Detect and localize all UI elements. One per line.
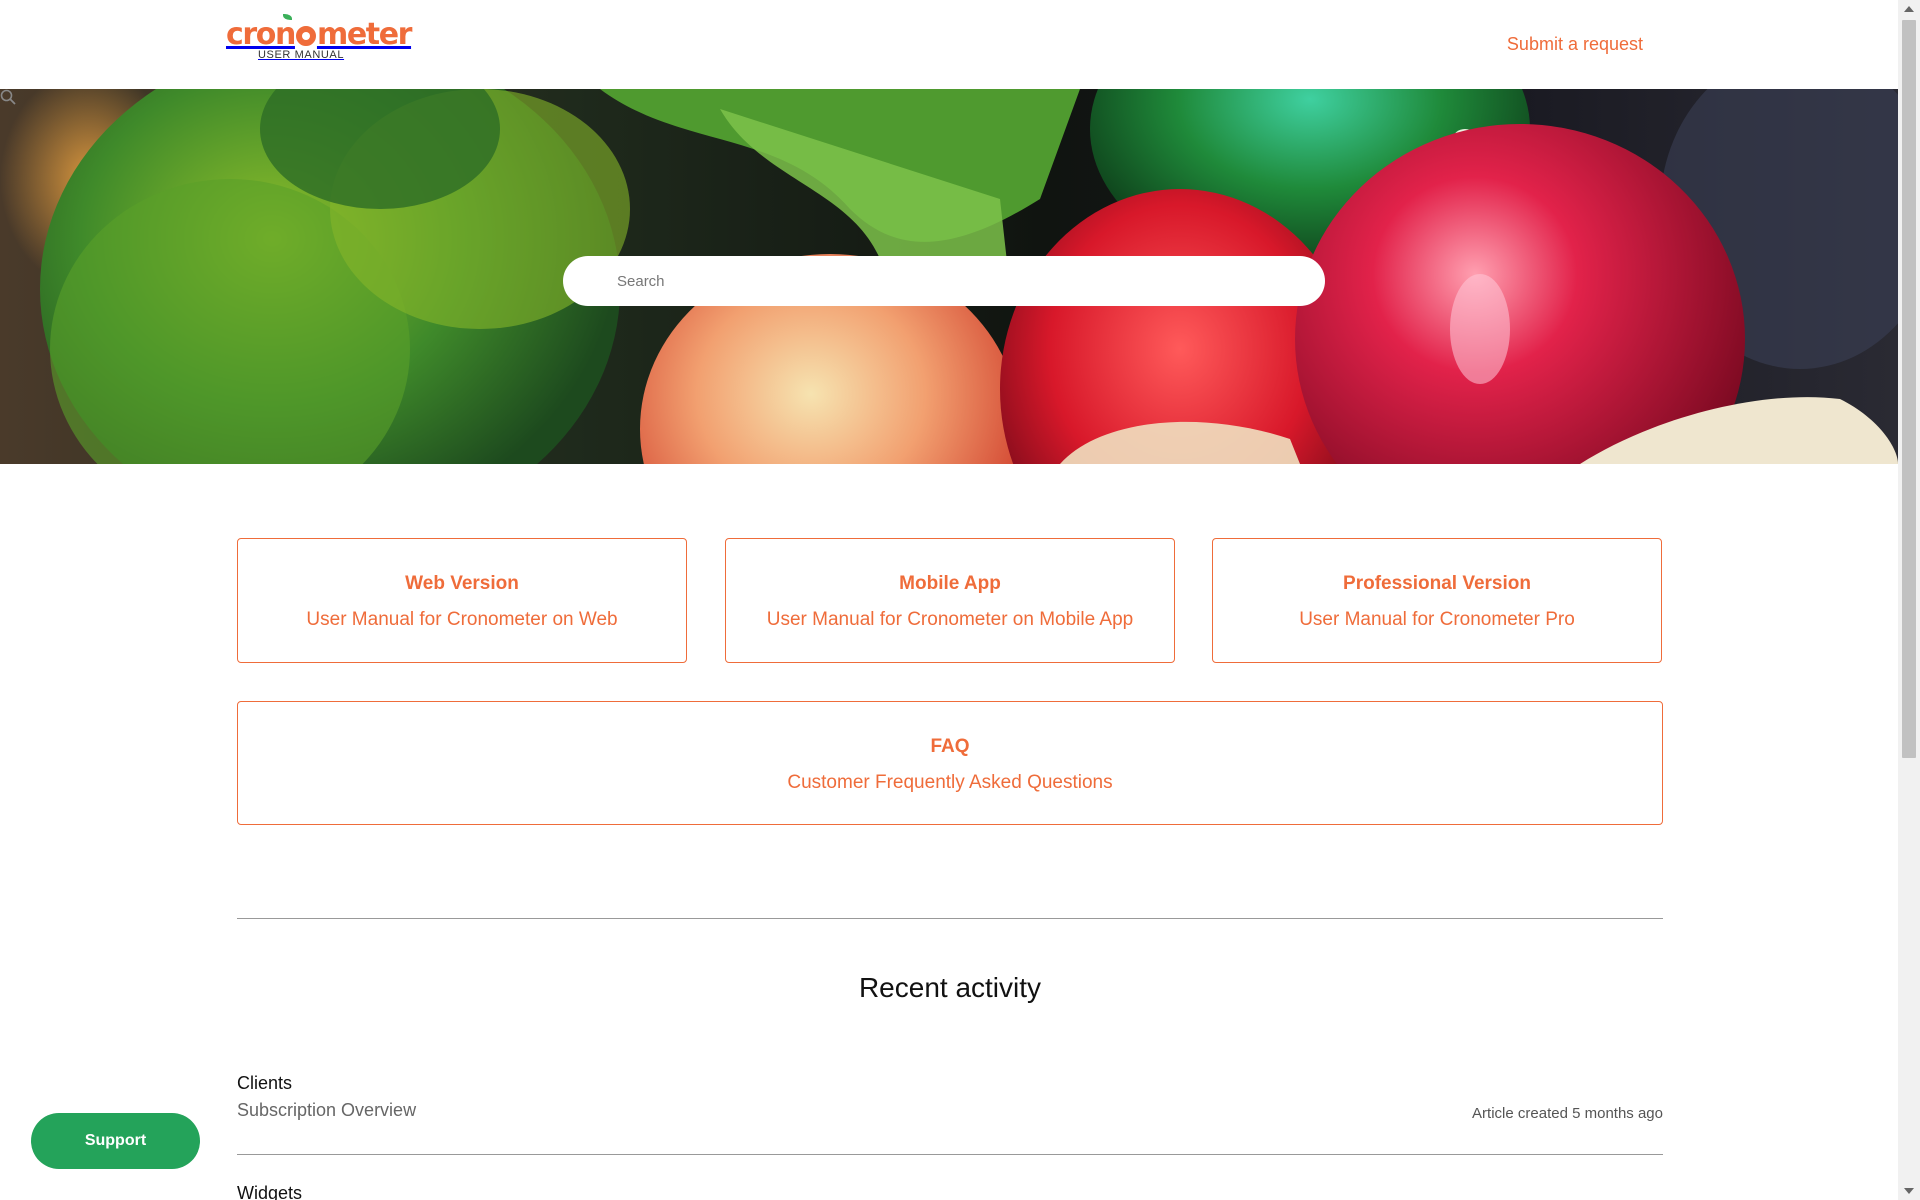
cronometer-logo[interactable]: cron meter USER MANUAL [226,14,412,66]
search-icon [0,89,16,105]
logo-wordmark: cron meter [226,17,412,52]
card-description: User Manual for Cronometer on Web [306,609,618,630]
activity-section-link[interactable]: Widgets [237,1183,1663,1200]
activity-divider [237,1154,1663,1155]
card-title: FAQ [930,736,970,757]
activity-timestamp: 5 months ago [1572,1105,1663,1122]
card-title: Mobile App [899,573,1001,594]
logo-target-icon [295,26,316,46]
search-input[interactable] [563,256,1325,306]
card-mobile-app[interactable]: Mobile App User Manual for Cronometer on… [725,538,1175,663]
activity-article-link[interactable]: Subscription Overview [237,1100,1663,1121]
activity-meta-label: Article created [1472,1105,1568,1122]
card-professional-version[interactable]: Professional Version User Manual for Cro… [1212,538,1662,663]
card-description: User Manual for Cronometer Pro [1299,609,1575,630]
list-item: Clients Subscription Overview Article cr… [237,1073,1663,1122]
submit-request-link[interactable]: Submit a request [1507,34,1643,55]
section-divider [237,918,1663,919]
card-faq[interactable]: FAQ Customer Frequently Asked Questions [237,701,1663,825]
scroll-up-arrow-icon[interactable] [1904,6,1914,12]
activity-section-link[interactable]: Clients [237,1073,1663,1094]
list-item: Widgets [237,1183,1663,1200]
scroll-down-arrow-icon[interactable] [1904,1188,1914,1194]
card-description: User Manual for Cronometer on Mobile App [766,609,1134,630]
page-scrollbar[interactable] [1898,0,1920,1200]
card-description: Customer Frequently Asked Questions [787,772,1113,793]
card-web-version[interactable]: Web Version User Manual for Cronometer o… [237,538,687,663]
card-title: Web Version [405,573,519,594]
hero-banner [0,89,1898,464]
support-button[interactable]: Support [31,1113,200,1169]
recent-activity-title: Recent activity [858,972,1042,1003]
card-title: Professional Version [1343,573,1531,594]
activity-meta: Article created 5 months ago [1472,1105,1663,1122]
scrollbar-thumb[interactable] [1902,20,1916,758]
site-header: cron meter USER MANUAL Submit a request [0,0,1898,89]
